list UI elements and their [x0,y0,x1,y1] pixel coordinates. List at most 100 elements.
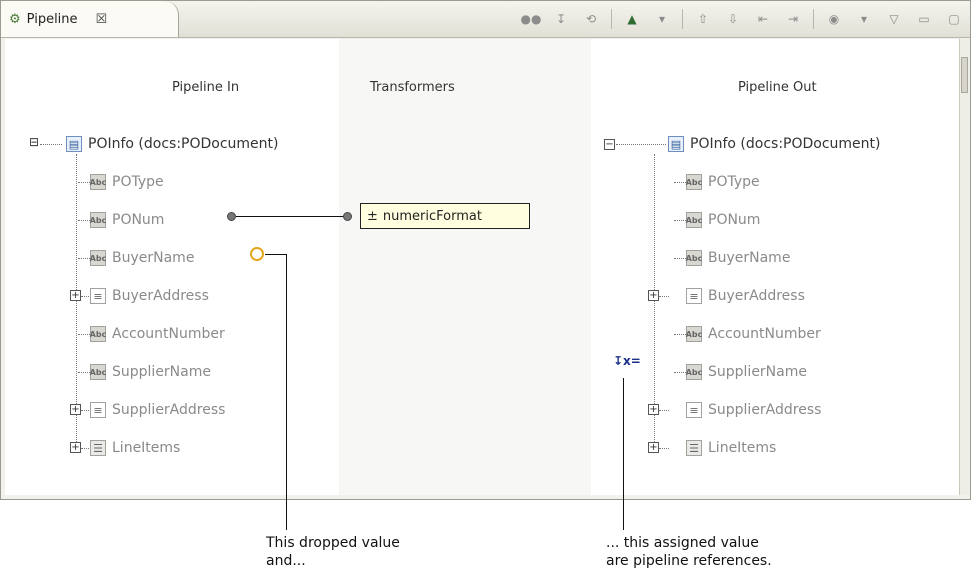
expand-icon[interactable]: ± [367,209,378,224]
expand-icon[interactable]: + [70,404,81,415]
tab-label: Pipeline [26,11,78,27]
shift-right-icon[interactable]: ⇥ [783,9,803,29]
toolbar-separator [611,9,612,29]
string-field-icon: Abc [90,212,106,228]
list-item[interactable]: Abc SupplierName [90,362,211,382]
document-icon: ≡ [90,402,106,418]
tab-pipeline[interactable]: ⚙ Pipeline ☒ [1,1,179,37]
document-reference-icon: ▤ [668,136,684,152]
tree-line [659,410,669,411]
list-item[interactable]: ☰ LineItems [90,438,180,458]
pipeline-out-root[interactable]: ▤ POInfo (docs:PODocument) [668,134,880,154]
transformers-column [339,39,591,495]
document-reference-icon: ▤ [66,136,82,152]
document-icon: ≡ [686,288,702,304]
expand-icon[interactable]: + [648,290,659,301]
callout-assigned: ... this assigned value are pipeline ref… [606,534,772,570]
collapse-icon[interactable]: ⊟ [28,135,40,149]
list-item[interactable]: Abc POType [686,172,760,192]
field-label: PONum [708,212,761,228]
callout-connector [265,254,287,255]
list-item[interactable]: Abc SupplierName [686,362,807,382]
pipeline-in-header: Pipeline In [172,80,240,95]
map-icon[interactable]: ▲ [622,9,642,29]
tree-line [674,334,686,335]
field-label: LineItems [708,440,777,456]
string-field-icon: Abc [90,326,106,342]
field-label: SupplierAddress [708,402,822,418]
expand-icon[interactable]: + [70,290,81,301]
expand-icon[interactable]: + [70,442,81,453]
transformers-header: Transformers [370,80,455,95]
field-label: AccountNumber [112,326,225,342]
drop-value-icon[interactable] [250,247,264,261]
list-item[interactable]: Abc BuyerName [686,248,790,268]
field-label: LineItems [112,440,181,456]
move-down-icon[interactable]: ⇩ [723,9,743,29]
document-icon: ≡ [90,288,106,304]
tree-line [674,258,686,259]
list-item[interactable]: ≡ BuyerAddress [90,286,209,306]
list-item[interactable]: ≡ SupplierAddress [686,400,821,420]
map-link-line [236,216,348,217]
tree-line [78,220,90,221]
string-field-icon: Abc [90,174,106,190]
dropdown-icon[interactable]: ▾ [652,9,672,29]
list-item[interactable]: Abc POType [90,172,164,192]
list-item[interactable]: Abc PONum [90,210,164,230]
callout-connector [286,254,287,530]
set-value-icon[interactable]: ↧x= [613,354,641,368]
transformer-numericformat[interactable]: ± numericFormat [360,203,530,229]
list-item[interactable]: Abc AccountNumber [686,324,821,344]
field-label: AccountNumber [708,326,821,342]
root-label: POInfo (docs:PODocument) [690,136,881,152]
field-label: BuyerName [112,250,195,266]
tree-line [78,182,90,183]
field-label: POType [708,174,760,190]
view-menu-icon[interactable]: ▽ [884,9,904,29]
view-icon[interactable]: ◉ [824,9,844,29]
list-item[interactable]: ≡ SupplierAddress [90,400,225,420]
string-field-icon: Abc [90,364,106,380]
root-label: POInfo (docs:PODocument) [88,136,279,152]
collapse-icon[interactable]: − [604,139,615,150]
close-icon[interactable]: ☒ [96,12,108,27]
view-dropdown-icon[interactable]: ▾ [854,9,874,29]
tree-line [674,220,686,221]
scroll-thumb[interactable] [961,57,968,93]
link-start-dot[interactable] [227,212,236,221]
callout-line: ... this assigned value [606,535,759,551]
step-into-icon[interactable]: ↧ [551,9,571,29]
string-field-icon: Abc [686,326,702,342]
pipeline-icon: ⚙ [9,11,21,27]
field-label: BuyerAddress [708,288,805,304]
toolbar: ●● ↧ ⟲ ▲ ▾ ⇧ ⇩ ⇤ ⇥ ◉ ▾ ▽ ▭ ▢ [521,7,964,31]
hide-icon[interactable]: ●● [521,9,542,29]
tree-line [78,334,90,335]
list-item[interactable]: Abc AccountNumber [90,324,225,344]
tree-line [659,448,669,449]
pipeline-out-header: Pipeline Out [738,80,817,95]
rewind-icon[interactable]: ⟲ [581,9,601,29]
minimize-icon[interactable]: ▭ [914,9,934,29]
list-item[interactable]: ☰ LineItems [686,438,776,458]
list-item[interactable]: ≡ BuyerAddress [686,286,805,306]
expand-icon[interactable]: + [648,404,659,415]
tree-line [78,258,90,259]
shift-left-icon[interactable]: ⇤ [753,9,773,29]
toolbar-separator [813,9,814,29]
tree-line [674,182,686,183]
tab-bar: ⚙ Pipeline ☒ ●● ↧ ⟲ ▲ ▾ ⇧ ⇩ ⇤ ⇥ ◉ ▾ ▽ ▭ … [1,1,970,38]
field-label: PONum [112,212,165,228]
expand-icon[interactable]: + [648,442,659,453]
pipeline-in-root[interactable]: ▤ POInfo (docs:PODocument) [66,134,278,154]
list-item[interactable]: Abc PONum [686,210,760,230]
list-item[interactable]: Abc BuyerName [90,248,194,268]
link-end-dot[interactable] [343,212,352,221]
callout-connector [623,378,624,530]
move-up-icon[interactable]: ⇧ [693,9,713,29]
maximize-icon[interactable]: ▢ [944,9,964,29]
string-field-icon: Abc [686,364,702,380]
vertical-scrollbar[interactable] [959,39,970,495]
document-list-icon: ☰ [90,440,106,456]
